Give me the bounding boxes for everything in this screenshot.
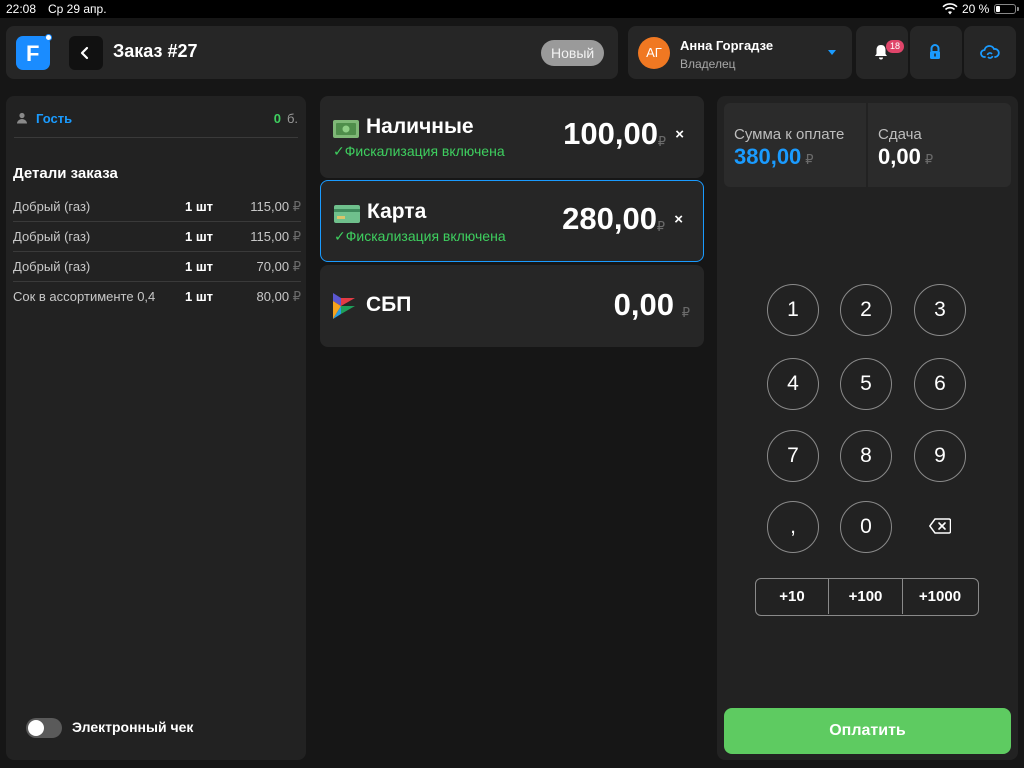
user-menu[interactable]: АГ Анна Горгадзе Владелец bbox=[628, 26, 852, 79]
status-bar: 22:08 Ср 29 апр. 20 % bbox=[0, 0, 1024, 18]
item-name: Сок в ассортименте 0,4 bbox=[13, 289, 156, 304]
key-6-button[interactable]: 6 bbox=[914, 358, 966, 410]
pay-button[interactable]: Оплатить bbox=[724, 708, 1011, 754]
battery-fill bbox=[996, 6, 1000, 12]
currency-symbol: ₽ bbox=[681, 305, 690, 320]
page-title: Заказ #27 bbox=[113, 41, 198, 61]
status-date: Ср 29 апр. bbox=[48, 2, 107, 16]
item-price: 115,00 ₽ bbox=[250, 229, 301, 244]
wifi-icon bbox=[942, 3, 958, 15]
order-details-panel: Гость 0 б. Детали заказа Добрый (газ) 1 шт… bbox=[6, 96, 306, 760]
key-2-button[interactable]: 2 bbox=[840, 284, 892, 336]
remove-payment-button[interactable]: × bbox=[675, 126, 684, 143]
payment-amount: 0,00 bbox=[613, 287, 674, 322]
credit-card-icon bbox=[334, 205, 360, 223]
cash-icon bbox=[333, 120, 359, 138]
logo-letter: F bbox=[26, 41, 40, 66]
remove-payment-button[interactable]: × bbox=[674, 211, 683, 228]
order-items-list: Добрый (газ) 1 шт 115,00 ₽ Добрый (газ) 1 шт… bbox=[13, 192, 301, 312]
key-4-button[interactable]: 4 bbox=[767, 358, 819, 410]
battery-percent: 20 % bbox=[962, 2, 990, 16]
payment-method-card[interactable]: Карта ✓Фискализация включена 280,00 ₽ × bbox=[320, 180, 704, 262]
key-5-button[interactable]: 5 bbox=[840, 358, 892, 410]
quick-add-1000-button[interactable]: +1000 bbox=[902, 579, 977, 614]
item-qty: 1 шт bbox=[185, 289, 214, 304]
change-box: Сдача 0,00 ₽ bbox=[868, 103, 1011, 187]
payment-method-sbp[interactable]: СБП 0,00 ₽ bbox=[320, 265, 704, 347]
key-9-button[interactable]: 9 bbox=[914, 430, 966, 482]
guest-row[interactable]: Гость 0 б. bbox=[14, 108, 298, 138]
cloud-sync-icon bbox=[980, 45, 1000, 59]
backspace-button[interactable] bbox=[914, 501, 966, 553]
payment-amount: 100,00 bbox=[563, 116, 658, 151]
quick-add-100-button[interactable]: +100 bbox=[828, 579, 902, 614]
cloud-sync-button[interactable] bbox=[964, 26, 1016, 79]
list-item[interactable]: Добрый (газ) 1 шт 70,00 ₽ bbox=[13, 252, 301, 282]
backspace-icon bbox=[928, 518, 952, 534]
app-logo-icon[interactable]: F bbox=[16, 34, 52, 70]
sbp-icon bbox=[333, 293, 355, 319]
user-icon bbox=[17, 112, 27, 124]
change-label: Сдача bbox=[878, 126, 922, 143]
battery-icon bbox=[994, 4, 1019, 14]
item-price: 115,00 ₽ bbox=[250, 199, 301, 214]
list-item[interactable]: Сок в ассортименте 0,4 1 шт 80,00 ₽ bbox=[13, 282, 301, 312]
notifications-button[interactable]: 18 bbox=[856, 26, 908, 79]
status-badge: Новый bbox=[541, 40, 605, 66]
payment-calculator-panel: Сумма к оплате 380,00 ₽ Сдача 0,00 ₽ 123 45… bbox=[717, 96, 1018, 760]
item-name: Добрый (газ) bbox=[13, 259, 91, 274]
guest-label: Гость bbox=[36, 111, 73, 126]
notification-count-badge: 18 bbox=[886, 40, 904, 53]
amount-due-box: Сумма к оплате 380,00 ₽ bbox=[724, 103, 866, 187]
item-qty: 1 шт bbox=[185, 199, 214, 214]
e-receipt-toggle[interactable] bbox=[26, 718, 62, 738]
order-header: F Заказ #27 Новый bbox=[6, 26, 618, 79]
lock-icon bbox=[930, 44, 940, 59]
item-name: Добрый (газ) bbox=[13, 229, 91, 244]
payment-name: СБП bbox=[366, 293, 412, 316]
payment-method-cash[interactable]: Наличные ✓Фискализация включена 100,00 ₽… bbox=[320, 96, 704, 178]
quick-add-group: +10 +100 +1000 bbox=[755, 578, 979, 616]
chevron-left-icon bbox=[80, 46, 89, 60]
payment-name: Наличные bbox=[366, 115, 474, 138]
amount-due-value: 380,00 ₽ bbox=[734, 144, 814, 169]
list-item[interactable]: Добрый (газ) 1 шт 115,00 ₽ bbox=[13, 192, 301, 222]
key-0-button[interactable]: 0 bbox=[840, 501, 892, 553]
item-price: 80,00 ₽ bbox=[256, 289, 301, 304]
amount-due-label: Сумма к оплате bbox=[734, 126, 845, 143]
item-qty: 1 шт bbox=[185, 259, 214, 274]
avatar: АГ bbox=[638, 37, 670, 69]
key-8-button[interactable]: 8 bbox=[840, 430, 892, 482]
e-receipt-label: Электронный чек bbox=[72, 719, 194, 735]
payment-amount: 280,00 bbox=[562, 201, 657, 236]
item-price: 70,00 ₽ bbox=[256, 259, 301, 274]
currency-symbol: ₽ bbox=[656, 219, 665, 234]
fiscal-status: ✓Фискализация включена bbox=[333, 143, 505, 159]
currency-symbol: ₽ bbox=[657, 134, 666, 149]
change-value: 0,00 ₽ bbox=[878, 144, 934, 169]
fiscal-status: ✓Фискализация включена bbox=[334, 228, 506, 244]
key-comma-button[interactable]: , bbox=[767, 501, 819, 553]
order-details-title: Детали заказа bbox=[13, 165, 118, 182]
key-7-button[interactable]: 7 bbox=[767, 430, 819, 482]
key-3-button[interactable]: 3 bbox=[914, 284, 966, 336]
item-qty: 1 шт bbox=[185, 229, 214, 244]
list-item[interactable]: Добрый (газ) 1 шт 115,00 ₽ bbox=[13, 222, 301, 252]
quick-add-10-button[interactable]: +10 bbox=[756, 579, 828, 614]
status-time: 22:08 bbox=[6, 2, 37, 16]
user-name: Анна Горгадзе bbox=[680, 38, 774, 53]
caret-down-icon bbox=[828, 50, 836, 55]
key-1-button[interactable]: 1 bbox=[767, 284, 819, 336]
back-button[interactable] bbox=[69, 36, 103, 70]
guest-points: 0 б. bbox=[273, 111, 298, 126]
payment-name: Карта bbox=[367, 200, 427, 223]
lock-button[interactable] bbox=[910, 26, 962, 79]
item-name: Добрый (газ) bbox=[13, 199, 91, 214]
user-role: Владелец bbox=[680, 57, 736, 71]
